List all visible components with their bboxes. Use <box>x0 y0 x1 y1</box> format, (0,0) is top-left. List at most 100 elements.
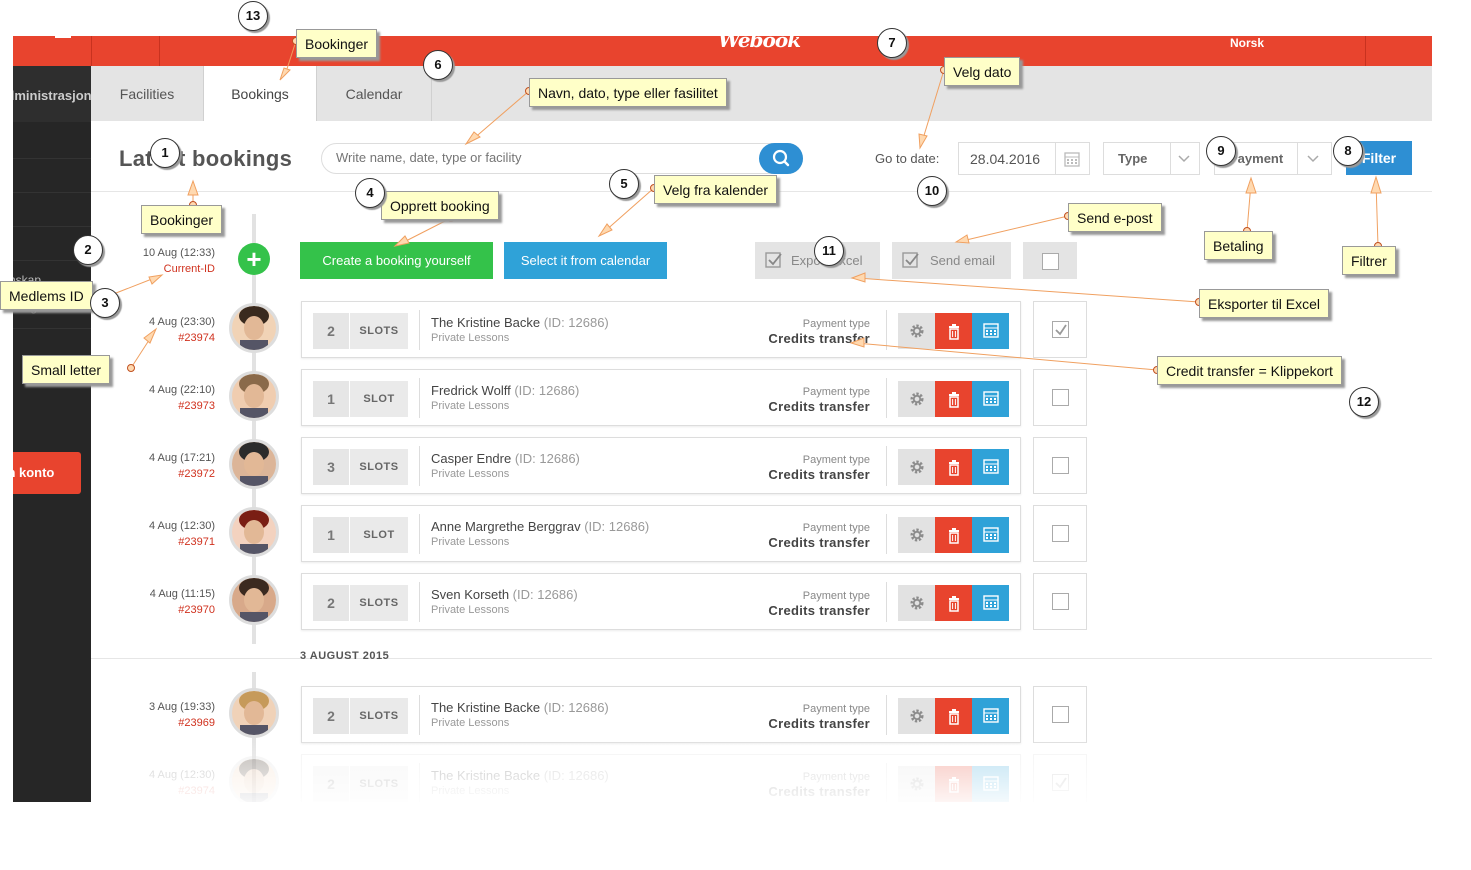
search-input[interactable] <box>336 150 756 165</box>
tab-bookings[interactable]: Bookings <box>204 66 317 121</box>
goto-date-label: Go to date: <box>875 151 940 166</box>
calendar-icon <box>982 459 999 474</box>
booking-card[interactable]: 2SLOTS The Kristine Backe (ID: 12686) Priv… <box>301 686 1021 743</box>
booking-type: Private Lessons <box>431 332 510 344</box>
annotation-number: 5 <box>609 169 639 199</box>
sidebar-item[interactable] <box>13 193 91 227</box>
slot-unit: SLOTS <box>350 585 408 621</box>
language-selector[interactable]: Norsk <box>1230 36 1264 50</box>
booking-id: #23971 <box>178 536 215 548</box>
menu-icon[interactable] <box>55 36 71 40</box>
booking-card[interactable]: 2 SLOTS Sven Korseth (ID: 12686) Private Le… <box>301 573 1021 630</box>
booking-card[interactable]: 1 SLOT Fredrick Wolff (ID: 12686) Private L… <box>301 369 1021 426</box>
create-booking-button[interactable]: Create a booking yourself <box>300 242 493 279</box>
search-button[interactable] <box>759 143 803 174</box>
slot-count: 1 <box>313 517 349 553</box>
calendar-icon <box>982 595 999 610</box>
divider <box>886 582 887 622</box>
delete-button[interactable] <box>935 449 972 485</box>
annotation-note: Velg dato <box>944 57 1021 86</box>
calendar-button[interactable] <box>972 585 1009 621</box>
delete-button[interactable] <box>935 585 972 621</box>
payment-type-value: Credits transfer <box>768 716 870 731</box>
annotation-note: Credit transfer = Klippekort <box>1157 356 1342 385</box>
avatar <box>229 439 279 489</box>
select-all-checkbox[interactable] <box>1023 242 1077 279</box>
checkbox <box>1041 253 1059 271</box>
booking-id: #23970 <box>178 604 215 616</box>
sidebar-item[interactable] <box>13 159 91 193</box>
settings-button[interactable] <box>898 585 935 621</box>
calendar-button[interactable] <box>972 698 1009 734</box>
send-email-button[interactable]: Send email <box>892 242 1011 279</box>
row-checkbox-cell <box>1033 301 1087 358</box>
customer-name[interactable]: Casper Endre <box>431 451 511 466</box>
gear-icon <box>910 596 923 610</box>
sidebar-item[interactable] <box>13 122 91 159</box>
row-checkbox[interactable] <box>1051 321 1069 339</box>
delete-button[interactable] <box>935 698 972 734</box>
settings-button[interactable] <box>898 381 935 417</box>
row-checkbox[interactable] <box>1051 593 1069 611</box>
calendar-button[interactable] <box>972 313 1009 349</box>
row-checkbox[interactable] <box>1051 389 1069 407</box>
settings-button[interactable] <box>898 313 935 349</box>
delete-button[interactable] <box>935 517 972 553</box>
row-checkbox-cell <box>1033 437 1087 494</box>
payment-type-label: Payment type <box>802 318 870 330</box>
top-bar: Webook Norsk <box>13 36 1432 66</box>
payment-type-value: Credits transfer <box>768 603 870 618</box>
customer-name[interactable]: The Kristine Backe <box>431 700 540 715</box>
row-checkbox[interactable] <box>1051 706 1069 724</box>
divider <box>159 36 160 66</box>
booking-card[interactable]: 2SLOTS The Kristine Backe (ID: 12686) Priv… <box>301 301 1021 358</box>
customer-name[interactable]: The Kristine Backe <box>431 315 540 330</box>
row-checkbox[interactable] <box>1051 525 1069 543</box>
booking-id: #23972 <box>178 468 215 480</box>
customer-name[interactable]: Fredrick Wolff <box>431 383 511 398</box>
booking-time: 4 Aug (12:30) <box>148 520 215 532</box>
divider <box>419 514 420 554</box>
add-booking-icon[interactable]: + <box>238 243 270 275</box>
calendar-icon[interactable] <box>1064 151 1080 167</box>
trash-icon <box>948 709 959 725</box>
select-from-calendar-button[interactable]: Select it from calendar <box>504 242 667 279</box>
customer-name[interactable]: Sven Korseth <box>431 587 509 602</box>
annotation-number: 3 <box>90 288 120 318</box>
booking-time: 4 Aug (17:21) <box>148 452 215 464</box>
booking-type: Private Lessons <box>431 536 510 548</box>
booking-card[interactable]: 1 SLOT Anne Margrethe Berggrav (ID: 12686)… <box>301 505 1021 562</box>
divider <box>1170 143 1171 174</box>
date-input[interactable]: 28.04.2016 <box>958 142 1090 175</box>
latest-time: 10 Aug (12:33) <box>142 247 215 259</box>
settings-button[interactable] <box>898 449 935 485</box>
settings-button[interactable] <box>898 698 935 734</box>
customer-name-line: The Kristine Backe (ID: 12686) <box>431 315 609 330</box>
current-id: Current-ID <box>163 263 215 275</box>
gear-icon <box>910 460 923 474</box>
payment-type-label: Payment type <box>802 454 870 466</box>
calendar-button[interactable] <box>972 449 1009 485</box>
trash-icon <box>948 528 959 544</box>
tab-calendar[interactable]: Calendar <box>317 66 432 121</box>
delete-button[interactable] <box>935 313 972 349</box>
calendar-button[interactable] <box>972 381 1009 417</box>
booking-id: #23974 <box>178 332 215 344</box>
annotation-note: Opprett booking <box>381 191 499 220</box>
send-email-label: Send email <box>930 253 996 268</box>
customer-name[interactable]: Anne Margrethe Berggrav <box>431 519 581 534</box>
annotation-number: 1 <box>150 138 180 168</box>
divider <box>1297 143 1298 174</box>
type-select[interactable]: Type <box>1103 142 1200 175</box>
booking-time: 3 Aug (19:33) <box>148 701 215 713</box>
calendar-button[interactable] <box>972 517 1009 553</box>
member-id: (ID: 12686) <box>514 451 580 466</box>
tab-facilities[interactable]: Facilities <box>91 66 204 121</box>
settings-button[interactable] <box>898 517 935 553</box>
payment-type-label: Payment type <box>802 522 870 534</box>
delete-button[interactable] <box>935 381 972 417</box>
booking-card[interactable]: 3 SLOTS Casper Endre (ID: 12686) Private Le… <box>301 437 1021 494</box>
my-account-button[interactable]: Min konto <box>13 452 81 494</box>
row-checkbox[interactable] <box>1051 457 1069 475</box>
slot-unit: SLOT <box>350 381 408 417</box>
